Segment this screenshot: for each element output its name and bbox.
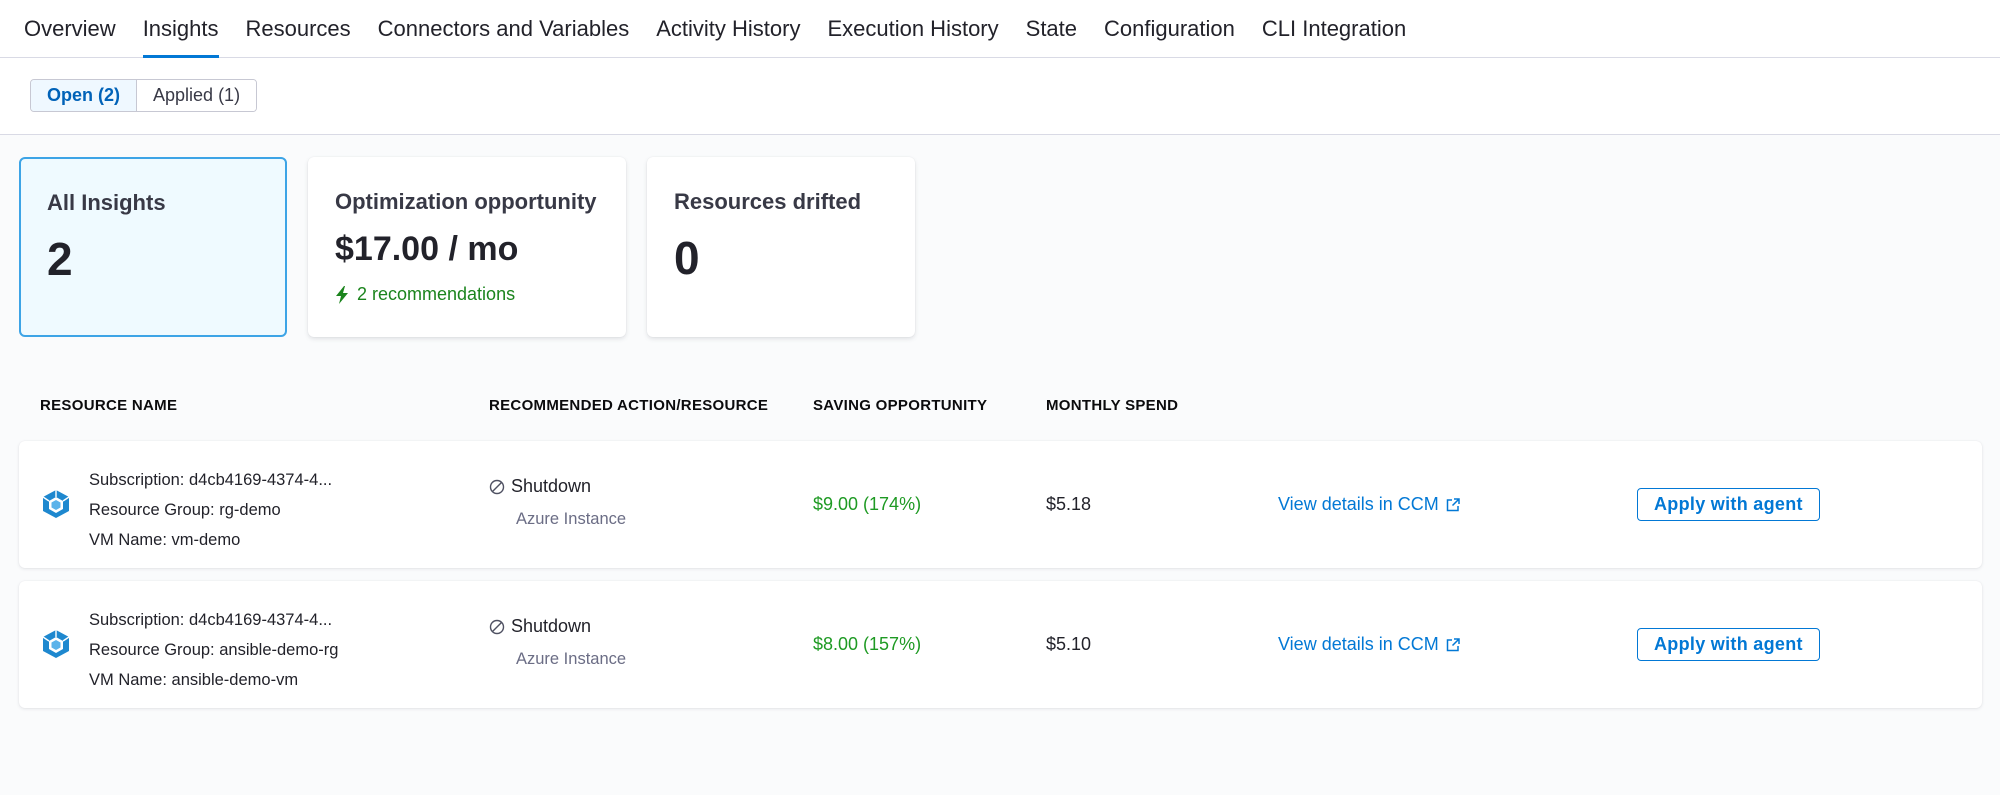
tab-execution-history[interactable]: Execution History xyxy=(827,0,998,58)
table-row: Subscription: d4cb4169-4374-4... Resourc… xyxy=(19,441,1982,568)
monthly-spend: $5.10 xyxy=(1046,634,1092,654)
recommended-action: Shutdown xyxy=(489,476,591,497)
apply-with-agent-button[interactable]: Apply with agent xyxy=(1637,488,1820,521)
drifted-value: 0 xyxy=(674,232,700,284)
tab-state[interactable]: State xyxy=(1026,0,1077,58)
action-label: Shutdown xyxy=(511,476,592,496)
resource-info: Subscription: d4cb4169-4374-4... Resourc… xyxy=(89,605,338,695)
all-insights-title: All Insights xyxy=(47,190,166,215)
top-nav: Overview Insights Resources Connectors a… xyxy=(0,0,2000,58)
recommended-action: Shutdown xyxy=(489,616,591,637)
table-header: RESOURCE NAME RECOMMENDED ACTION/RESOURC… xyxy=(0,397,2000,421)
tab-configuration[interactable]: Configuration xyxy=(1104,0,1235,58)
header-monthly-spend[interactable]: MONTHLY SPEND xyxy=(1046,397,1178,414)
monthly-spend: $5.18 xyxy=(1046,494,1092,514)
tab-insights[interactable]: Insights xyxy=(142,0,219,58)
applied-filter-button[interactable]: Applied (1) xyxy=(136,80,257,111)
azure-vm-icon xyxy=(42,490,70,518)
vm-name-text: VM Name: vm-demo xyxy=(89,531,241,549)
status-toggle: Open (2) Applied (1) xyxy=(30,79,258,112)
drifted-title: Resources drifted xyxy=(674,189,862,214)
external-link-icon xyxy=(1446,497,1460,511)
view-details-link[interactable]: View details in CCM xyxy=(1278,634,1461,655)
prohibit-icon xyxy=(489,479,505,494)
prohibit-icon xyxy=(489,619,505,634)
tab-activity-history[interactable]: Activity History xyxy=(656,0,800,58)
azure-vm-icon xyxy=(42,630,70,658)
tab-resources[interactable]: Resources xyxy=(246,0,351,58)
tab-connectors-and-variables[interactable]: Connectors and Variables xyxy=(378,0,630,58)
subscription-text: Subscription: d4cb4169-4374-4... xyxy=(89,471,333,489)
resource-group-text: Resource Group: ansible-demo-rg xyxy=(89,641,339,659)
optimization-title: Optimization opportunity xyxy=(335,189,597,214)
saving-opportunity: $9.00 (174%) xyxy=(813,494,922,514)
resource-group-text: Resource Group: rg-demo xyxy=(89,501,281,519)
all-insights-value: 2 xyxy=(47,233,73,285)
all-insights-card[interactable]: All Insights 2 xyxy=(19,157,287,337)
action-label: Shutdown xyxy=(511,616,592,636)
resource-info: Subscription: d4cb4169-4374-4... Resourc… xyxy=(89,465,332,555)
header-recommended-action[interactable]: RECOMMENDED ACTION/RESOURCE xyxy=(489,397,768,414)
recommendations-count: 2 recommendations xyxy=(335,284,515,305)
optimization-card[interactable]: Optimization opportunity $17.00 / mo 2 r… xyxy=(308,157,626,337)
vm-name-text: VM Name: ansible-demo-vm xyxy=(89,671,299,689)
subscription-text: Subscription: d4cb4169-4374-4... xyxy=(89,611,333,629)
recommendations-label: 2 recommendations xyxy=(357,284,516,304)
tab-list: Overview Insights Resources Connectors a… xyxy=(24,0,1433,58)
header-resource-name[interactable]: RESOURCE NAME xyxy=(40,397,177,414)
filter-bar: Open (2) Applied (1) xyxy=(0,58,2000,135)
drifted-card[interactable]: Resources drifted 0 xyxy=(647,157,915,337)
resource-type: Azure Instance xyxy=(516,510,627,528)
view-details-link[interactable]: View details in CCM xyxy=(1278,494,1461,515)
lightning-icon xyxy=(336,285,348,304)
open-filter-button[interactable]: Open (2) xyxy=(31,80,137,111)
table-row: Subscription: d4cb4169-4374-4... Resourc… xyxy=(19,581,1982,708)
optimization-value: $17.00 / mo xyxy=(335,230,519,268)
resource-type: Azure Instance xyxy=(516,650,627,668)
header-saving-opportunity[interactable]: SAVING OPPORTUNITY xyxy=(813,397,987,414)
tab-cli-integration[interactable]: CLI Integration xyxy=(1262,0,1406,58)
external-link-icon xyxy=(1446,637,1460,651)
view-details-label: View details in CCM xyxy=(1278,494,1439,514)
saving-opportunity: $8.00 (157%) xyxy=(813,634,922,654)
view-details-label: View details in CCM xyxy=(1278,634,1439,654)
tab-overview[interactable]: Overview xyxy=(24,0,116,58)
apply-with-agent-button[interactable]: Apply with agent xyxy=(1637,628,1820,661)
